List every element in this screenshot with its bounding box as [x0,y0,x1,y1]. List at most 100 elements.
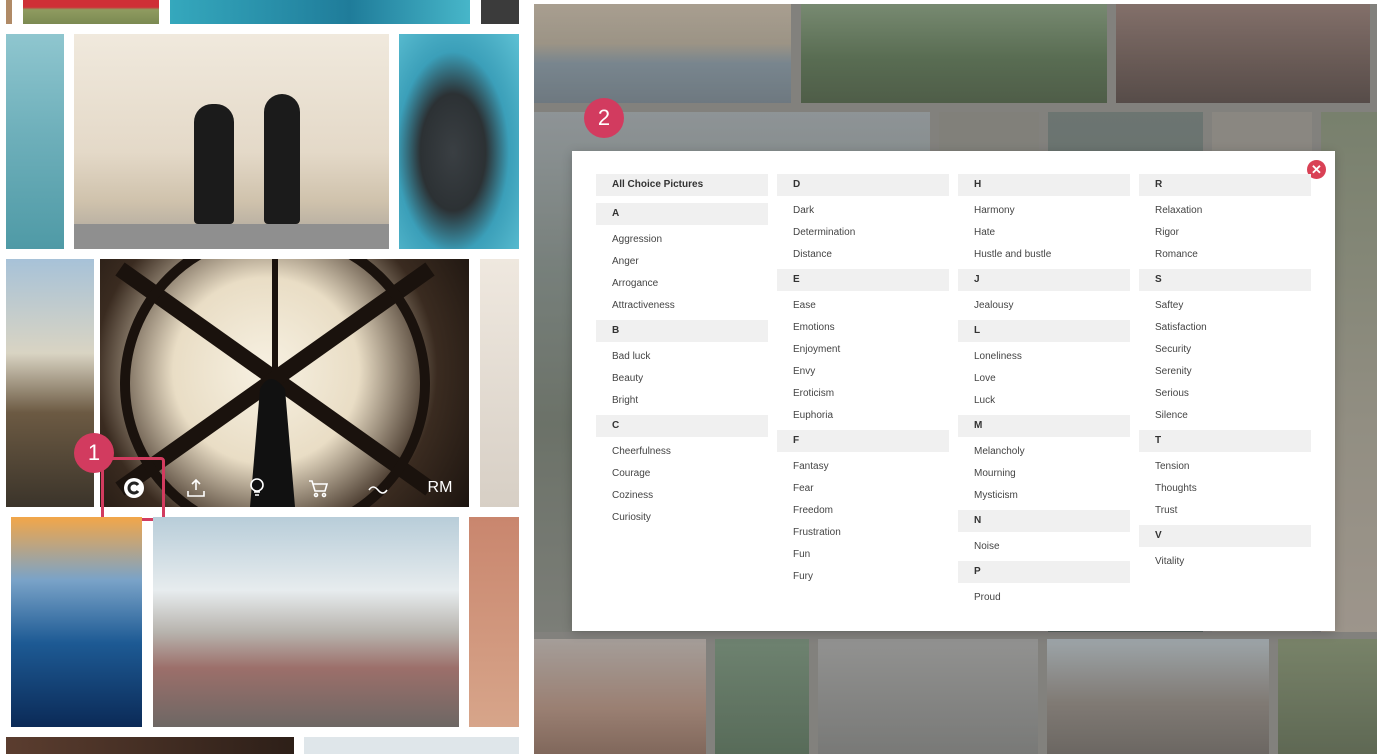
letter-header: E [777,269,949,291]
emotion-option[interactable]: Attractiveness [596,295,768,317]
rm-button[interactable]: RM [420,468,460,508]
letter-header: R [1139,174,1311,196]
letter-header: C [596,415,768,437]
emotion-option[interactable]: Eroticism [777,383,949,405]
emotion-option[interactable]: Thoughts [1139,478,1311,500]
emotion-option[interactable]: Satisfaction [1139,317,1311,339]
emotion-option[interactable]: Hustle and bustle [958,244,1130,266]
wave-icon[interactable] [358,468,398,508]
emotion-option[interactable]: Coziness [596,485,768,507]
emotion-option[interactable]: Bright [596,390,768,412]
emotion-option[interactable]: Euphoria [777,405,949,427]
emotion-option[interactable]: Aggression [596,229,768,251]
emotion-option[interactable]: Enjoyment [777,339,949,361]
emotion-option[interactable]: Harmony [958,200,1130,222]
emotion-option[interactable]: Serious [1139,383,1311,405]
emotion-option[interactable]: Proud [958,587,1130,609]
emotion-option[interactable]: Ease [777,295,949,317]
emotion-option[interactable]: Beauty [596,368,768,390]
letter-header: J [958,269,1130,291]
emotion-option[interactable]: Saftey [1139,295,1311,317]
photo-thumb[interactable] [304,737,519,754]
emotion-option[interactable]: Emotions [777,317,949,339]
emotion-option[interactable]: Tension [1139,456,1311,478]
letter-header: L [958,320,1130,342]
emotion-option[interactable]: Melancholy [958,441,1130,463]
emotion-option[interactable]: Fantasy [777,456,949,478]
emotion-option[interactable]: Silence [1139,405,1311,427]
ground [74,224,389,249]
highlight-box [101,457,165,521]
callout-badge-2: 2 [584,98,624,138]
emotion-option[interactable]: Rigor [1139,222,1311,244]
close-icon: ✕ [1311,161,1322,177]
lightbulb-icon[interactable] [237,468,277,508]
emotion-option[interactable]: Anger [596,251,768,273]
photo-thumb[interactable] [6,0,12,24]
emotion-option[interactable]: Hate [958,222,1130,244]
photo-thumb[interactable] [6,34,64,249]
callout-number: 2 [597,105,611,130]
emotion-option[interactable]: Security [1139,339,1311,361]
letter-header: B [596,320,768,342]
emotion-option[interactable]: Love [958,368,1130,390]
person-figure [264,94,300,224]
emotion-option[interactable]: Romance [1139,244,1311,266]
emotion-column-2: D Dark Determination Distance E Ease Emotions E… [777,174,949,591]
person-figure [194,104,234,224]
upload-icon[interactable] [176,468,216,508]
emotion-option[interactable]: Dark [777,200,949,222]
photo-thumb[interactable] [170,0,470,24]
emotion-option[interactable]: Courage [596,463,768,485]
all-choice-pictures-button[interactable]: All Choice Pictures [596,174,768,196]
photo-thumb[interactable] [23,0,159,24]
photo-thumb[interactable] [74,34,389,249]
emotion-option[interactable]: Freedom [777,500,949,522]
emotion-column-4: R Relaxation Rigor Romance S Saftey Satisfacti… [1139,174,1311,576]
letter-header: M [958,415,1130,437]
photo-thumb[interactable] [469,517,519,727]
emotion-option[interactable]: Fun [777,544,949,566]
emotion-column-1: All Choice Pictures A Aggression Anger Arrog… [596,174,768,532]
photo-thumb[interactable] [481,0,519,24]
emotion-option[interactable]: Relaxation [1139,200,1311,222]
cart-icon[interactable] [298,468,338,508]
letter-header: P [958,561,1130,583]
emotion-option[interactable]: Luck [958,390,1130,412]
letter-header: S [1139,269,1311,291]
letter-header: F [777,430,949,452]
emotion-option[interactable]: Curiosity [596,507,768,529]
letter-header: N [958,510,1130,532]
photo-thumb[interactable] [6,737,294,754]
emotion-option[interactable]: Cheerfulness [596,441,768,463]
emotion-option[interactable]: Envy [777,361,949,383]
emotion-option[interactable]: Loneliness [958,346,1130,368]
emotion-column-3: H Harmony Hate Hustle and bustle J Jealousy L L… [958,174,1130,612]
emotion-option[interactable]: Arrogance [596,273,768,295]
emotion-option[interactable]: Fear [777,478,949,500]
emotion-option[interactable]: Distance [777,244,949,266]
emotion-option[interactable]: Bad luck [596,346,768,368]
photo-thumb[interactable] [153,517,459,727]
emotion-option[interactable]: Trust [1139,500,1311,522]
emotion-option[interactable]: Noise [958,536,1130,558]
letter-header: H [958,174,1130,196]
emotion-option[interactable]: Jealousy [958,295,1130,317]
callout-number: 1 [87,440,101,465]
emotion-option[interactable]: Mourning [958,463,1130,485]
letter-header: A [596,203,768,225]
photo-thumb[interactable] [399,34,519,249]
letter-header: D [777,174,949,196]
emotion-option[interactable]: Serenity [1139,361,1311,383]
photo-thumb[interactable] [6,259,94,507]
emotion-option[interactable]: Mysticism [958,485,1130,507]
letter-header: V [1139,525,1311,547]
emotion-option[interactable]: Determination [777,222,949,244]
rm-label: RM [427,479,453,496]
emotion-option[interactable]: Frustration [777,522,949,544]
photo-thumb[interactable] [11,517,142,727]
emotion-option[interactable]: Fury [777,566,949,588]
letter-header: T [1139,430,1311,452]
photo-thumb[interactable] [480,259,519,507]
emotion-option[interactable]: Vitality [1139,551,1311,573]
